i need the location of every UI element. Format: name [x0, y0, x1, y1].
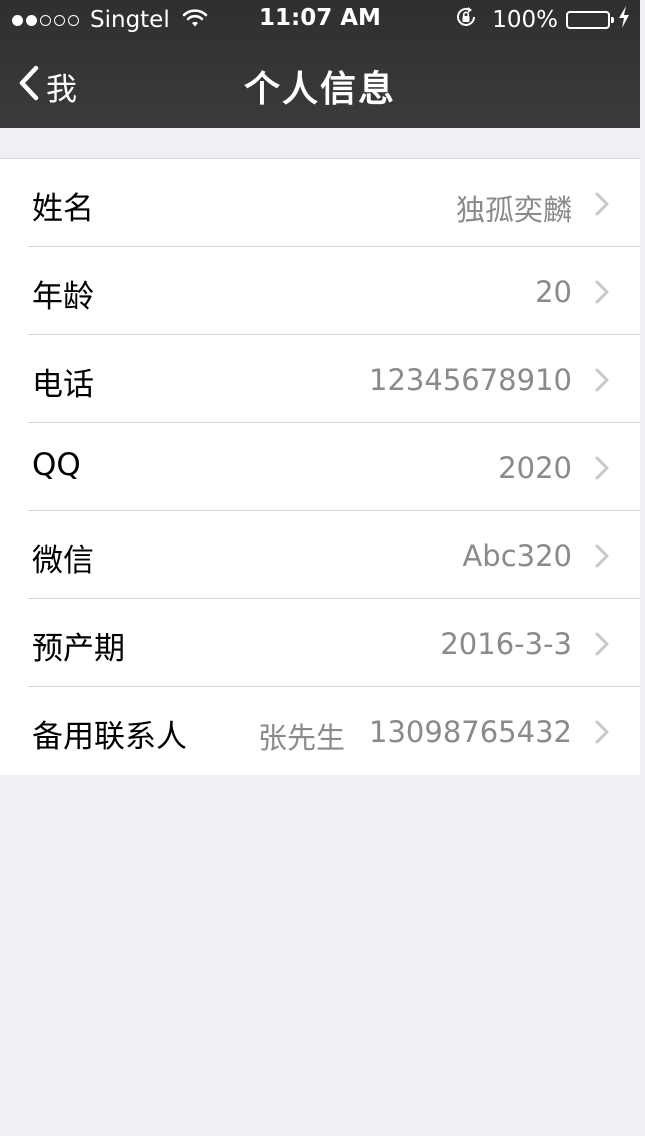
list-item-backup-contact[interactable]: 备用联系人 张先生 13098765432: [0, 687, 640, 775]
status-right: 100%: [454, 6, 630, 34]
battery-icon: [566, 11, 614, 29]
battery-tip: [611, 17, 614, 23]
rotation-lock-icon: [454, 5, 478, 35]
row-value: 20: [535, 275, 572, 309]
row-value: 2020: [498, 451, 572, 485]
row-value: 12345678910: [369, 363, 572, 397]
chevron-right-icon: [594, 279, 610, 309]
row-label: 年龄: [32, 279, 94, 315]
status-bar: Singtel 11:07 AM 100%: [0, 0, 640, 40]
row-value: 2016-3-3: [440, 627, 572, 661]
chevron-right-icon: [594, 631, 610, 661]
chevron-right-icon: [594, 719, 610, 749]
navigation-bar: 我 个人信息: [0, 40, 640, 128]
header: Singtel 11:07 AM 100% 我 个人信息: [0, 0, 640, 128]
bolt-icon: [618, 6, 630, 34]
row-label: QQ: [32, 447, 81, 483]
page-title: 个人信息: [243, 69, 396, 110]
row-label: 预产期: [32, 631, 125, 667]
list-item-phone[interactable]: 电话 12345678910: [0, 335, 640, 423]
battery-percent: 100%: [492, 7, 558, 33]
row-label: 备用联系人: [32, 719, 187, 755]
row-value: 13098765432: [369, 715, 572, 749]
list-item-age[interactable]: 年龄 20: [0, 247, 640, 335]
row-label: 微信: [32, 543, 94, 579]
list-item-due-date[interactable]: 预产期 2016-3-3: [0, 599, 640, 687]
list-item-wechat[interactable]: 微信 Abc320: [0, 511, 640, 599]
chevron-right-icon: [594, 367, 610, 397]
list-item-name[interactable]: 姓名 独孤奕麟: [0, 159, 640, 247]
row-value: 独孤奕麟: [455, 193, 572, 227]
row-label: 姓名: [32, 191, 94, 227]
chevron-right-icon: [594, 543, 610, 573]
contact-name: 张先生: [258, 721, 346, 755]
chevron-right-icon: [594, 455, 610, 485]
row-value: Abc320: [462, 539, 572, 573]
row-label: 电话: [32, 367, 94, 403]
profile-info-list: 姓名 独孤奕麟 年龄 20 电话 12345678910 QQ 2020 微信 …: [0, 158, 640, 775]
chevron-right-icon: [594, 191, 610, 221]
list-item-qq[interactable]: QQ 2020: [0, 423, 640, 511]
